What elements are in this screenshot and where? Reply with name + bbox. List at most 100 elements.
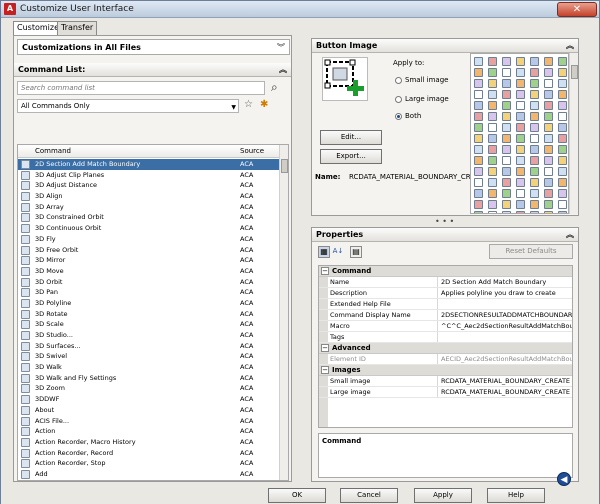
button-image-option[interactable] (488, 178, 497, 187)
button-image-option[interactable] (516, 68, 525, 77)
button-image-option[interactable] (544, 90, 553, 99)
property-row[interactable]: Extended Help File (319, 299, 572, 310)
command-row[interactable]: 3D Array ACA (18, 202, 280, 213)
button-image-option[interactable] (474, 211, 483, 213)
button-image-option[interactable] (558, 189, 567, 198)
button-image-option[interactable] (516, 145, 525, 154)
command-row[interactable]: Action ACA (18, 426, 280, 437)
collapse-icon[interactable]: ︽ (565, 230, 575, 239)
button-image-option[interactable] (530, 68, 539, 77)
button-image-option[interactable] (544, 79, 553, 88)
button-image-option[interactable] (474, 156, 483, 165)
button-image-option[interactable] (530, 90, 539, 99)
command-row[interactable]: 3D Orbit ACA (18, 277, 280, 288)
button-image-option[interactable] (502, 123, 511, 132)
ok-button[interactable]: OK (268, 488, 326, 503)
button-image-option[interactable] (544, 145, 553, 154)
button-image-option[interactable] (502, 178, 511, 187)
edit-button[interactable]: Edit... (320, 130, 382, 145)
column-header-command[interactable]: Command (35, 147, 71, 155)
button-image-option[interactable] (558, 211, 567, 213)
button-image-option[interactable] (516, 189, 525, 198)
button-image-option[interactable] (488, 79, 497, 88)
button-image-option[interactable] (558, 79, 567, 88)
find-star-icon[interactable]: ☆ (244, 99, 253, 110)
radio-large-image[interactable]: Large image (395, 94, 449, 104)
close-button[interactable]: ✕ (557, 2, 597, 17)
command-row[interactable]: Action Recorder, Record ACA (18, 448, 280, 459)
property-value[interactable]: RCDATA_MATERIAL_BOUNDARY_CREATE (441, 387, 572, 397)
button-image-option[interactable] (502, 189, 511, 198)
command-filter-dropdown[interactable]: All Commands Only ▼ (17, 99, 239, 113)
button-image-option[interactable] (502, 57, 511, 66)
tab-customize[interactable]: Customize (13, 21, 63, 36)
scrollbar-thumb[interactable] (281, 159, 288, 173)
button-image-option[interactable] (488, 134, 497, 143)
command-row[interactable]: 3D Constrained Orbit ACA (18, 212, 280, 223)
radio-both[interactable]: Both (395, 111, 421, 121)
button-image-option[interactable] (488, 57, 497, 66)
command-row[interactable]: 3D Free Orbit ACA (18, 245, 280, 256)
button-image-option[interactable] (544, 57, 553, 66)
button-image-option[interactable] (502, 134, 511, 143)
button-image-option[interactable] (502, 145, 511, 154)
button-image-option[interactable] (474, 101, 483, 110)
button-image-option[interactable] (474, 178, 483, 187)
command-row[interactable]: 3D Polyline ACA (18, 298, 280, 309)
customizations-panel[interactable]: Customizations in All Files ︾ (17, 39, 290, 55)
search-icon[interactable]: ⌕ (271, 80, 285, 94)
button-image-option[interactable] (544, 134, 553, 143)
tab-transfer[interactable]: Transfer (57, 21, 98, 35)
button-image-option[interactable] (516, 101, 525, 110)
button-image-option[interactable] (488, 68, 497, 77)
button-image-option[interactable] (516, 90, 525, 99)
property-row[interactable]: Small image RCDATA_MATERIAL_BOUNDARY_CREA… (319, 376, 572, 387)
button-image-option[interactable] (530, 79, 539, 88)
button-image-option[interactable] (502, 211, 511, 213)
button-image-option[interactable] (544, 178, 553, 187)
property-category[interactable]: − Advanced (319, 343, 572, 354)
command-row[interactable]: 3D Mirror ACA (18, 255, 280, 266)
apply-button[interactable]: Apply (414, 488, 472, 503)
new-command-star-icon[interactable]: ✱ (260, 99, 268, 110)
command-row[interactable]: 3D Swivel ACA (18, 351, 280, 362)
button-image-option[interactable] (474, 68, 483, 77)
button-image-option[interactable] (488, 123, 497, 132)
button-image-option[interactable] (530, 178, 539, 187)
button-image-option[interactable] (516, 112, 525, 121)
button-image-option[interactable] (516, 123, 525, 132)
property-row[interactable]: Large image RCDATA_MATERIAL_BOUNDARY_CREA… (319, 387, 572, 398)
property-value[interactable]: RCDATA_MATERIAL_BOUNDARY_CREATE (441, 376, 572, 386)
button-image-option[interactable] (474, 90, 483, 99)
button-image-option[interactable] (502, 167, 511, 176)
button-image-option[interactable] (544, 68, 553, 77)
button-image-option[interactable] (530, 123, 539, 132)
column-header-source[interactable]: Source (240, 147, 264, 155)
command-row[interactable]: 3D Move ACA (18, 266, 280, 277)
button-image-option[interactable] (558, 68, 567, 77)
button-image-option[interactable] (544, 101, 553, 110)
button-image-option[interactable] (530, 189, 539, 198)
button-image-option[interactable] (558, 167, 567, 176)
command-row[interactable]: 2D Section Add Match Boundary ACA (18, 159, 280, 170)
command-row[interactable]: 3D Scale ACA (18, 319, 280, 330)
button-image-option[interactable] (558, 156, 567, 165)
command-row[interactable]: Action Recorder, Macro History ACA (18, 437, 280, 448)
button-image-option[interactable] (488, 211, 497, 213)
command-row[interactable]: Add ACA (18, 469, 280, 480)
command-row[interactable]: 3D Zoom ACA (18, 383, 280, 394)
property-value[interactable]: 2D Section Add Match Boundary (441, 277, 572, 287)
button-image-option[interactable] (502, 101, 511, 110)
property-row[interactable]: Command Display Name 2DSECTIONRESULTADDMA… (319, 310, 572, 321)
scrollbar[interactable] (569, 53, 578, 214)
command-row[interactable]: 3D Align ACA (18, 191, 280, 202)
button-image-option[interactable] (516, 200, 525, 209)
reset-defaults-button[interactable]: Reset Defaults (489, 244, 573, 259)
collapse-toggle-icon[interactable]: − (321, 366, 329, 374)
button-image-option[interactable] (502, 79, 511, 88)
button-image-option[interactable] (488, 200, 497, 209)
button-image-option[interactable] (544, 112, 553, 121)
button-image-option[interactable] (474, 79, 483, 88)
button-image-option[interactable] (502, 68, 511, 77)
button-image-option[interactable] (474, 57, 483, 66)
